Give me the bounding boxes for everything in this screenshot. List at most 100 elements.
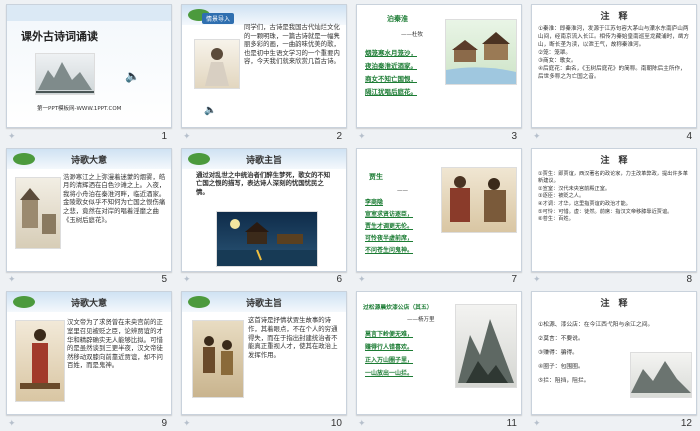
slide-5[interactable]: 诗歌大意 浩渺寒江之上弥漫着迷蒙的烟雾，皓月的清辉洒在白色沙滩之上。入夜，我将小…	[6, 147, 172, 272]
star-icon: ✦	[533, 418, 541, 429]
notes-title: 注 释	[600, 12, 628, 22]
slide-12[interactable]: 注 释 ①松源、漆公店：在今江西弋阳与余江之间。 ②莫言：不要说。 ③赚得：骗得…	[531, 291, 697, 416]
notes-list: ①秦淮：即秦淮河，发源于江苏句容大茅山与溧水东南庐山两山间，经南京流入长江。相传…	[538, 25, 690, 81]
note-item: ①秦淮：即秦淮河，发源于江苏句容大茅山与溧水东南庐山两山间，经南京流入长江。相传…	[538, 26, 690, 48]
speaker-icon[interactable]: 🔈	[204, 105, 216, 116]
poem-line: 赚得行人错喜欢。	[365, 344, 414, 352]
section-title: 诗歌大意	[70, 155, 107, 166]
poem-author: ——杜牧	[401, 32, 424, 38]
star-icon: ✦	[358, 131, 366, 142]
poem-line: 夜泊秦淮近酒家。	[365, 62, 417, 70]
slide-number: 12	[680, 417, 692, 429]
mountain-painting	[455, 304, 517, 389]
slide-sorter-grid: 课外古诗词诵读 🔈 第一PPT模板网-WWW.1PPT.COM ✦ 1 情景导入…	[0, 0, 700, 431]
section-title: 诗歌大意	[70, 299, 107, 310]
poem-line: 隔江犹唱后庭花。	[365, 88, 417, 96]
star-icon: ✦	[8, 131, 16, 142]
poem-lines: 莫言下岭便无难， 赚得行人错喜欢。 正入万山圈子里， 一山放出一山拦。	[365, 328, 413, 380]
night-river-image	[216, 210, 318, 267]
poem-line: 宣室求贤访逐臣，	[365, 210, 414, 218]
poem-lines: 李商隐 宣室求贤访逐臣， 贾生才调更无伦。 可怜夜半虚前席， 不问苍生问鬼神。	[365, 197, 413, 257]
poem-line: 一山放出一山拦。	[365, 370, 414, 378]
speaker-icon[interactable]: 🔈	[125, 69, 140, 83]
note-item: ②莫言：不要说。	[538, 336, 584, 343]
slide-number: 4	[686, 130, 692, 142]
slide-4[interactable]: 注 释 ①秦淮：即秦淮河，发源于江苏句容大茅山与溧水东南庐山两山间，经南京流入长…	[531, 4, 697, 128]
poem-author: ——杨万里	[407, 317, 435, 324]
poem-author: ——	[397, 187, 408, 194]
poem-line: 商女不知亡国恨，	[365, 75, 417, 83]
ink-landscape-image	[630, 352, 692, 399]
slide-1[interactable]: 课外古诗词诵读 🔈 第一PPT模板网-WWW.1PPT.COM	[6, 4, 172, 128]
poem-line: 烟笼寒水月笼沙，	[365, 49, 417, 57]
slide-thumbnail-4[interactable]: 注 释 ①秦淮：即秦淮河，发源于江苏句容大茅山与溧水东南庐山两山间，经南京流入长…	[525, 0, 700, 144]
note-item: ①贾生：即贾谊，西汉著名的政论家，力主改革弊政，提出许多革新建议。	[538, 170, 688, 185]
slide-title: 课外古诗词诵读	[21, 30, 98, 43]
slide-thumbnail-8[interactable]: 注 释 ①贾生：即贾谊，西汉著名的政论家，力主改革弊政，提出许多革新建议。 ②宣…	[525, 144, 700, 288]
slide-6[interactable]: 诗歌主旨 通过对乱世之中统治者们醉生梦死，歌女的不知亡国之恨的描写，表达诗人深刻…	[181, 147, 347, 272]
slide-11[interactable]: 过松源晨炊漆公店（其五） ——杨万里 莫言下岭便无难， 赚得行人错喜欢。 正入万…	[356, 291, 522, 416]
star-icon: ✦	[183, 131, 191, 142]
note-item: ③商女：歌女。	[538, 58, 577, 64]
poem-title: 过松源晨炊漆公店（其五）	[363, 305, 433, 312]
scholar-painting	[192, 320, 244, 399]
landscape-painting	[35, 53, 95, 95]
slide-thumbnail-12[interactable]: 注 释 ①松源、漆公店：在今江西弋阳与余江之间。 ②莫言：不要说。 ③赚得：骗得…	[525, 287, 700, 431]
poet-portrait	[194, 39, 240, 89]
slide-thumbnail-10[interactable]: 诗歌主旨 这首诗是抒情状贾生故事的诗作，其着眼点，不在个人的穷通得失，而在于指出…	[175, 287, 350, 431]
slide-3[interactable]: 泊秦淮 ——杜牧 烟笼寒水月笼沙， 夜泊秦淮近酒家。 商女不知亡国恨， 隔江犹唱…	[356, 4, 522, 128]
slide-thumbnail-3[interactable]: 泊秦淮 ——杜牧 烟笼寒水月笼沙， 夜泊秦淮近酒家。 商女不知亡国恨， 隔江犹唱…	[350, 0, 525, 144]
poem-line: 不问苍生问鬼神。	[365, 246, 414, 254]
scroll-painting	[15, 176, 61, 249]
star-icon: ✦	[8, 418, 16, 429]
slide-2[interactable]: 情景导入 🔈 同学们，古诗是我国古代灿烂文化的一颗明珠，一篇古诗就是一幅隽丽多彩…	[181, 4, 347, 128]
figure-painting	[15, 320, 65, 403]
slide-thumbnail-2[interactable]: 情景导入 🔈 同学们，古诗是我国古代灿烂文化的一颗明珠，一篇古诗就是一幅隽丽多彩…	[175, 0, 350, 144]
poem-line: 李商隐	[365, 198, 384, 206]
note-item: ⑥苍生：百姓。	[538, 216, 574, 223]
slide-thumbnail-7[interactable]: 贾生 —— 李商隐 宣室求贤访逐臣， 贾生才调更无伦。 可怜夜半虚前席， 不问苍…	[350, 144, 525, 288]
section-badge: 情景导入	[202, 13, 235, 24]
note-item: ④后庭花：曲名，《玉树后庭花》的简称。南朝陈后主所作，后世多称之为亡国之音。	[538, 66, 686, 80]
slide-number: 3	[511, 130, 517, 142]
poem-lines: 烟笼寒水月笼沙， 夜泊秦淮近酒家。 商女不知亡国恨， 隔江犹唱后庭花。	[365, 47, 417, 99]
slide-thumbnail-6[interactable]: 诗歌主旨 通过对乱世之中统治者们醉生梦死，歌女的不知亡国之恨的描写，表达诗人深刻…	[175, 144, 350, 288]
slide-thumbnail-1[interactable]: 课外古诗词诵读 🔈 第一PPT模板网-WWW.1PPT.COM ✦ 1	[0, 0, 175, 144]
star-icon: ✦	[358, 418, 366, 429]
slide-thumbnail-11[interactable]: 过松源晨炊漆公店（其五） ——杨万里 莫言下岭便无难， 赚得行人错喜欢。 正入万…	[350, 287, 525, 431]
note-item: ③逐臣：被贬之人。	[538, 193, 585, 200]
theme-text: 这首诗是抒情状贾生故事的诗作，其着眼点，不在个人的穷通得失，而在于指出封建统治者…	[248, 316, 338, 359]
note-item: ①松源、漆公店：在今江西弋阳与余江之间。	[538, 322, 654, 329]
poem-title: 泊秦淮	[387, 15, 408, 23]
star-icon: ✦	[358, 275, 366, 286]
slide-number: 1	[161, 130, 167, 142]
poem-line: 可怜夜半虚前席，	[365, 234, 414, 242]
poem-line: 莫言下岭便无难，	[365, 331, 414, 339]
slide-thumbnail-5[interactable]: 诗歌大意 浩渺寒江之上弥漫着迷蒙的烟雾，皓月的清辉洒在白色沙滩之上。入夜，我将小…	[0, 144, 175, 288]
slide-9[interactable]: 诗歌大意 汉文帝为了求贤曾在未央宫前的正室里召见被贬之臣，论辨贾谊的才华和精辟确…	[6, 291, 172, 416]
notes-title: 注 释	[600, 155, 628, 166]
star-icon: ✦	[533, 131, 541, 142]
slide-8[interactable]: 注 释 ①贾生：即贾谊，西汉著名的政论家，力主改革弊政，提出许多革新建议。 ②宣…	[531, 147, 697, 272]
poem-line: 正入万山圈子里，	[365, 357, 414, 365]
poem-title: 贾生	[369, 172, 383, 181]
slide-thumbnail-9[interactable]: 诗歌大意 汉文帝为了求贤曾在未央宫前的正室里召见被贬之臣，论辨贾谊的才华和精辟确…	[0, 287, 175, 431]
intro-text: 同学们，古诗是我国古代灿烂文化的一颗明珠，一篇古诗就是一幅隽丽多彩的画，一曲韵味…	[244, 23, 340, 66]
slide-number: 9	[161, 417, 167, 429]
slide-footer: 第一PPT模板网-WWW.1PPT.COM	[37, 106, 122, 112]
slide-number: 6	[336, 274, 342, 286]
slide-number: 5	[161, 274, 167, 286]
theme-text: 通过对乱世之中统治者们醉生梦死，歌女的不知亡国之恨的描写，表达诗人深刻的忧国忧民…	[196, 170, 331, 196]
emperor-scene-painting	[441, 166, 517, 233]
river-village-illustration	[445, 19, 517, 85]
slide-number: 11	[506, 417, 517, 429]
note-item: ④才调：才华，这里指贾谊的政治才能。	[538, 201, 631, 208]
slide-number: 10	[330, 417, 342, 429]
slide-7[interactable]: 贾生 —— 李商隐 宣室求贤访逐臣， 贾生才调更无伦。 可怜夜半虚前席， 不问苍…	[356, 147, 522, 272]
star-icon: ✦	[533, 275, 541, 286]
slide-10[interactable]: 诗歌主旨 这首诗是抒情状贾生故事的诗作，其着眼点，不在个人的穷通得失，而在于指出…	[181, 291, 347, 416]
star-icon: ✦	[183, 418, 191, 429]
star-icon: ✦	[8, 275, 16, 286]
summary-text: 浩渺寒江之上弥漫着迷蒙的烟雾，皓月的清辉洒在白色沙滩之上。入夜，我将小舟泊在秦淮…	[63, 172, 166, 224]
slide-number: 2	[336, 130, 342, 142]
